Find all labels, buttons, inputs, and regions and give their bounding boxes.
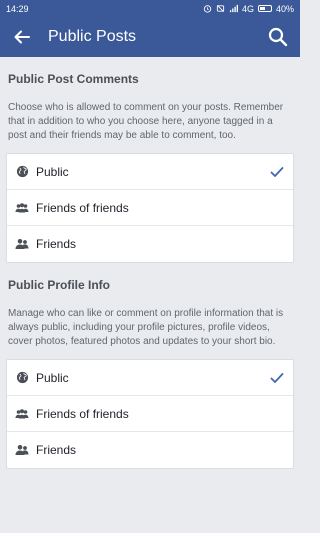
status-icons: 4G 40%: [203, 4, 294, 14]
check-slot: [269, 200, 285, 216]
friends-of-friends-icon: [15, 407, 29, 421]
section-title-public-profile-info: Public Profile Info: [8, 278, 111, 292]
signal-icon: [229, 4, 238, 13]
option-label: Public: [36, 370, 69, 385]
option-label: Friends of friends: [36, 200, 129, 215]
section-title-public-post-comments: Public Post Comments: [8, 72, 139, 86]
option-label: Friends of friends: [36, 406, 129, 421]
check-slot: [269, 236, 285, 252]
option-public[interactable]: Public: [7, 360, 293, 396]
search-icon: [268, 27, 288, 47]
back-arrow-icon: [14, 30, 30, 44]
option-label: Friends: [36, 237, 77, 251]
checkmark-icon: [269, 164, 285, 180]
option-friends-of-friends[interactable]: Friends of friends: [7, 190, 293, 226]
checkmark-icon: [269, 370, 285, 386]
option-label: Friends: [36, 443, 77, 457]
status-time: 14:29: [6, 3, 29, 14]
audience-options-public-profile-info: Public Friends of friends Friends: [6, 359, 294, 469]
search-button[interactable]: [266, 25, 290, 49]
alarm-icon: [203, 5, 212, 13]
globe-icon: [15, 165, 29, 179]
check-slot: [269, 406, 285, 422]
mute-icon: [216, 5, 225, 12]
status-bar: 14:29 4G 40%: [0, 0, 300, 17]
section-description-public-post-comments: Choose who is allowed to comment on your…: [8, 102, 284, 141]
battery-icon: [257, 5, 272, 12]
globe-icon: [15, 371, 29, 385]
option-friends-of-friends[interactable]: Friends of friends: [7, 396, 293, 432]
option-friends[interactable]: Friends: [7, 432, 293, 468]
option-label: Public: [36, 164, 69, 179]
page-title: Public Posts: [48, 28, 137, 45]
audience-options-public-post-comments: Public Friends of friends Friends: [6, 153, 294, 263]
friends-of-friends-icon: [15, 201, 29, 215]
app-bar: Public Posts: [0, 17, 300, 57]
friends-icon: [15, 237, 29, 251]
network-type: 4G: [241, 3, 254, 14]
check-slot: [269, 442, 285, 458]
friends-icon: [15, 443, 29, 457]
section-description-public-profile-info: Manage who can like or comment on profil…: [8, 308, 284, 347]
option-friends[interactable]: Friends: [7, 226, 293, 262]
battery-percent: 40%: [275, 3, 294, 14]
option-public[interactable]: Public: [7, 154, 293, 190]
back-button[interactable]: [10, 25, 34, 49]
